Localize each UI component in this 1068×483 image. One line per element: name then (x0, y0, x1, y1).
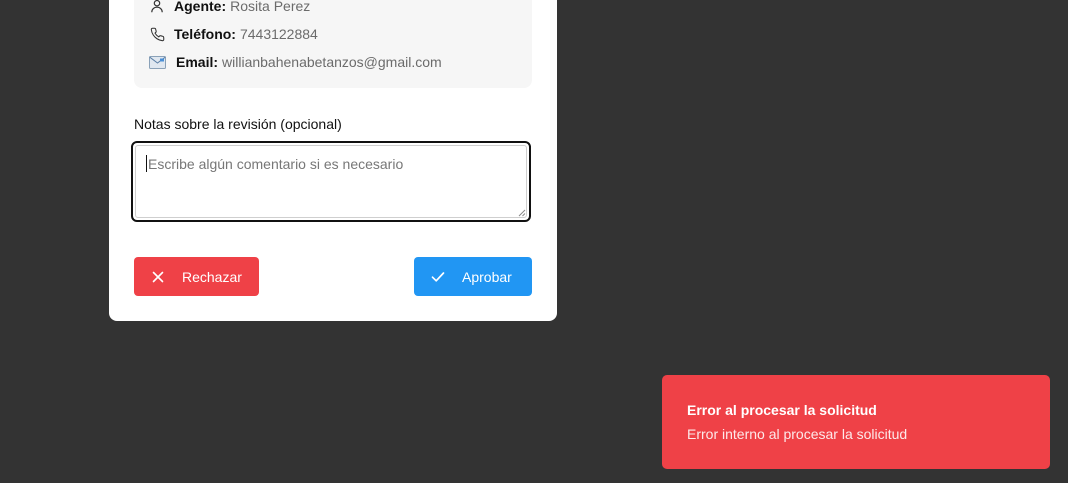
agent-row: Agente: Rosita Perez (148, 0, 310, 15)
x-icon (150, 269, 166, 285)
toast-title: Error al procesar la solicitud (687, 402, 877, 418)
phone-value: 7443122884 (239, 26, 318, 42)
email-row: Email: willianbahenabetanzos@gmail.com (148, 53, 442, 71)
text-caret (146, 155, 147, 172)
phone-label: Teléfono: (174, 26, 236, 42)
check-icon (430, 269, 446, 285)
agent-label: Agente: (174, 0, 227, 14)
resize-handle-icon[interactable] (518, 209, 526, 217)
reject-button-label: Rechazar (182, 268, 242, 285)
notes-placeholder: Escribe algún comentario si es necesario (148, 156, 404, 172)
approve-button[interactable]: Aprobar (414, 257, 532, 296)
approve-button-label: Aprobar (462, 268, 512, 285)
notes-textarea[interactable]: Escribe algún comentario si es necesario (131, 141, 531, 222)
email-label: Email: (176, 54, 219, 70)
reject-button[interactable]: Rechazar (134, 257, 259, 296)
contact-info-card: Agente: Rosita Perez Teléfono: 744312288… (134, 0, 532, 88)
agent-value: Rosita Perez (230, 0, 311, 14)
review-modal: Agente: Rosita Perez Teléfono: 744312288… (109, 0, 557, 321)
envelope-icon (148, 53, 166, 71)
notes-label: Notas sobre la revisión (opcional) (134, 116, 342, 132)
phone-row: Teléfono: 7443122884 (148, 25, 318, 43)
phone-icon (148, 25, 166, 43)
user-icon (148, 0, 166, 15)
toast-detail: Error interno al procesar la solicitud (687, 426, 908, 442)
error-toast[interactable]: Error al procesar la solicitud Error int… (662, 375, 1050, 469)
email-value: willianbahenabetanzos@gmail.com (222, 54, 442, 70)
